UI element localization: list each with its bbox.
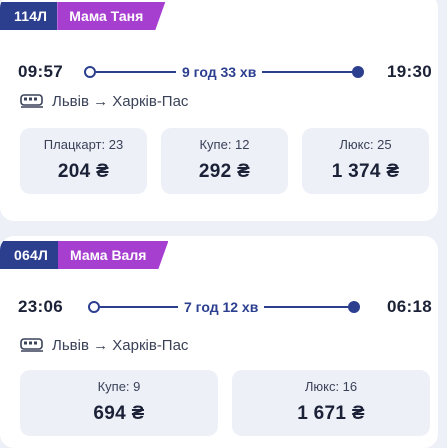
departure-time: 09:57 (18, 62, 63, 81)
fare-options: Плацкарт: 23 204 ₴ Купе: 12 292 ₴ Люкс: … (20, 128, 429, 194)
fare-class-label: Купе: 9 (97, 379, 141, 394)
fare-option-platskart[interactable]: Плацкарт: 23 204 ₴ (20, 128, 147, 194)
fare-price: 204 ₴ (57, 161, 110, 182)
schedule-row: 09:57 9 год 33 хв 19:30 (18, 60, 432, 84)
trip-duration: 7 год 12 хв (178, 295, 265, 319)
train-number-badge: 064Л (0, 241, 58, 269)
train-card[interactable]: 114Л Мама Таня 09:57 9 год 33 хв 19:30 Л… (0, 0, 438, 221)
fare-class-label: Люкс: 25 (339, 137, 392, 152)
route-text: Львів → Харків-Пас (52, 92, 189, 110)
train-name-badge: Мама Валя (58, 241, 168, 269)
fare-price: 1 374 ₴ (331, 161, 400, 182)
route-text: Львів → Харків-Пас (52, 336, 189, 354)
schedule-row: 23:06 7 год 12 хв 06:18 (18, 295, 432, 319)
train-icon (20, 94, 43, 108)
fare-price: 1 671 ₴ (297, 403, 365, 424)
fare-option-lux[interactable]: Люкс: 16 1 671 ₴ (232, 370, 430, 436)
arrival-dot-icon (348, 301, 360, 313)
train-tags: 064Л Мама Валя (0, 241, 168, 269)
fare-class-label: Купе: 12 (199, 137, 250, 152)
trip-duration: 9 год 33 хв (176, 60, 263, 84)
departure-dot-icon (84, 66, 96, 78)
train-name-badge: Мама Таня (57, 2, 165, 30)
fare-options: Купе: 9 694 ₴ Люкс: 16 1 671 ₴ (20, 370, 430, 436)
fare-option-lux[interactable]: Люкс: 25 1 374 ₴ (302, 128, 429, 194)
arrival-time: 06:18 (387, 297, 432, 316)
fare-price: 292 ₴ (198, 161, 251, 182)
fare-option-kupe[interactable]: Купе: 12 292 ₴ (161, 128, 288, 194)
train-icon (20, 338, 43, 352)
train-tags: 114Л Мама Таня (0, 2, 165, 30)
route-info: Львів → Харків-Пас (20, 90, 188, 112)
train-number-badge: 114Л (0, 2, 58, 30)
departure-dot-icon (88, 301, 100, 313)
fare-class-label: Плацкарт: 23 (43, 137, 124, 152)
arrival-time: 19:30 (387, 62, 432, 81)
train-card[interactable]: 064Л Мама Валя 23:06 7 год 12 хв 06:18 Л… (0, 236, 438, 448)
departure-time: 23:06 (18, 297, 63, 316)
fare-class-label: Люкс: 16 (304, 379, 358, 394)
fare-option-kupe[interactable]: Купе: 9 694 ₴ (20, 370, 218, 436)
fare-price: 694 ₴ (93, 403, 145, 424)
route-info: Львів → Харків-Пас (20, 334, 188, 356)
arrival-dot-icon (352, 66, 364, 78)
